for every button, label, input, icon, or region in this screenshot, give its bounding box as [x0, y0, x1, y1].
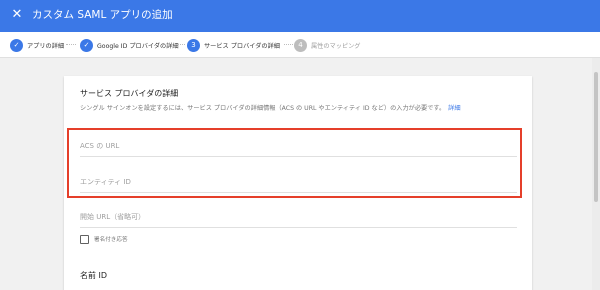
step-google-idp-details[interactable]: ✓ Google ID プロバイダの詳細	[80, 38, 179, 52]
signed-response-label: 署名付き応答	[94, 237, 128, 243]
step-number: 3	[187, 38, 200, 52]
check-icon: ✓	[10, 38, 23, 52]
close-icon[interactable]: ✕	[10, 8, 24, 22]
scrollbar-thumb[interactable]	[594, 72, 598, 202]
step-separator	[175, 44, 185, 45]
section-description: シングル サインオンを設定するには、サービス プロバイダの詳細情報（ACS の …	[80, 103, 461, 112]
section-heading: サービス プロバイダの詳細	[80, 89, 179, 98]
start-url-field[interactable]: 開始 URL（省略可）	[80, 206, 517, 228]
progress-stepper: ✓ アプリの詳細 ✓ Google ID プロバイダの詳細 3 サービス プロバ…	[0, 32, 600, 58]
signed-response-checkbox[interactable]	[80, 234, 89, 244]
step-label: サービス プロバイダの詳細	[204, 42, 280, 50]
start-url-placeholder: 開始 URL（省略可）	[80, 213, 146, 221]
check-icon: ✓	[80, 38, 93, 52]
step-separator	[66, 44, 76, 45]
highlight-box	[67, 128, 522, 198]
step-service-provider-details[interactable]: 3 サービス プロバイダの詳細	[187, 38, 280, 52]
app-header: ✕ カスタム SAML アプリの追加	[0, 0, 600, 32]
step-attribute-mapping[interactable]: 4 属性のマッピング	[294, 38, 361, 52]
page-title: カスタム SAML アプリの追加	[32, 9, 173, 21]
description-text: シングル サインオンを設定するには、サービス プロバイダの詳細情報（ACS の …	[80, 105, 446, 112]
step-app-details[interactable]: ✓ アプリの詳細	[10, 38, 64, 52]
step-label: アプリの詳細	[27, 42, 65, 50]
step-label: 属性のマッピング	[311, 42, 361, 50]
details-link[interactable]: 詳細	[448, 105, 460, 112]
step-number: 4	[294, 38, 307, 52]
step-separator	[284, 44, 293, 45]
step-label: Google ID プロバイダの詳細	[97, 42, 179, 50]
name-id-heading: 名前 ID	[80, 271, 108, 280]
signed-response-row[interactable]: 署名付き応答	[80, 234, 128, 244]
